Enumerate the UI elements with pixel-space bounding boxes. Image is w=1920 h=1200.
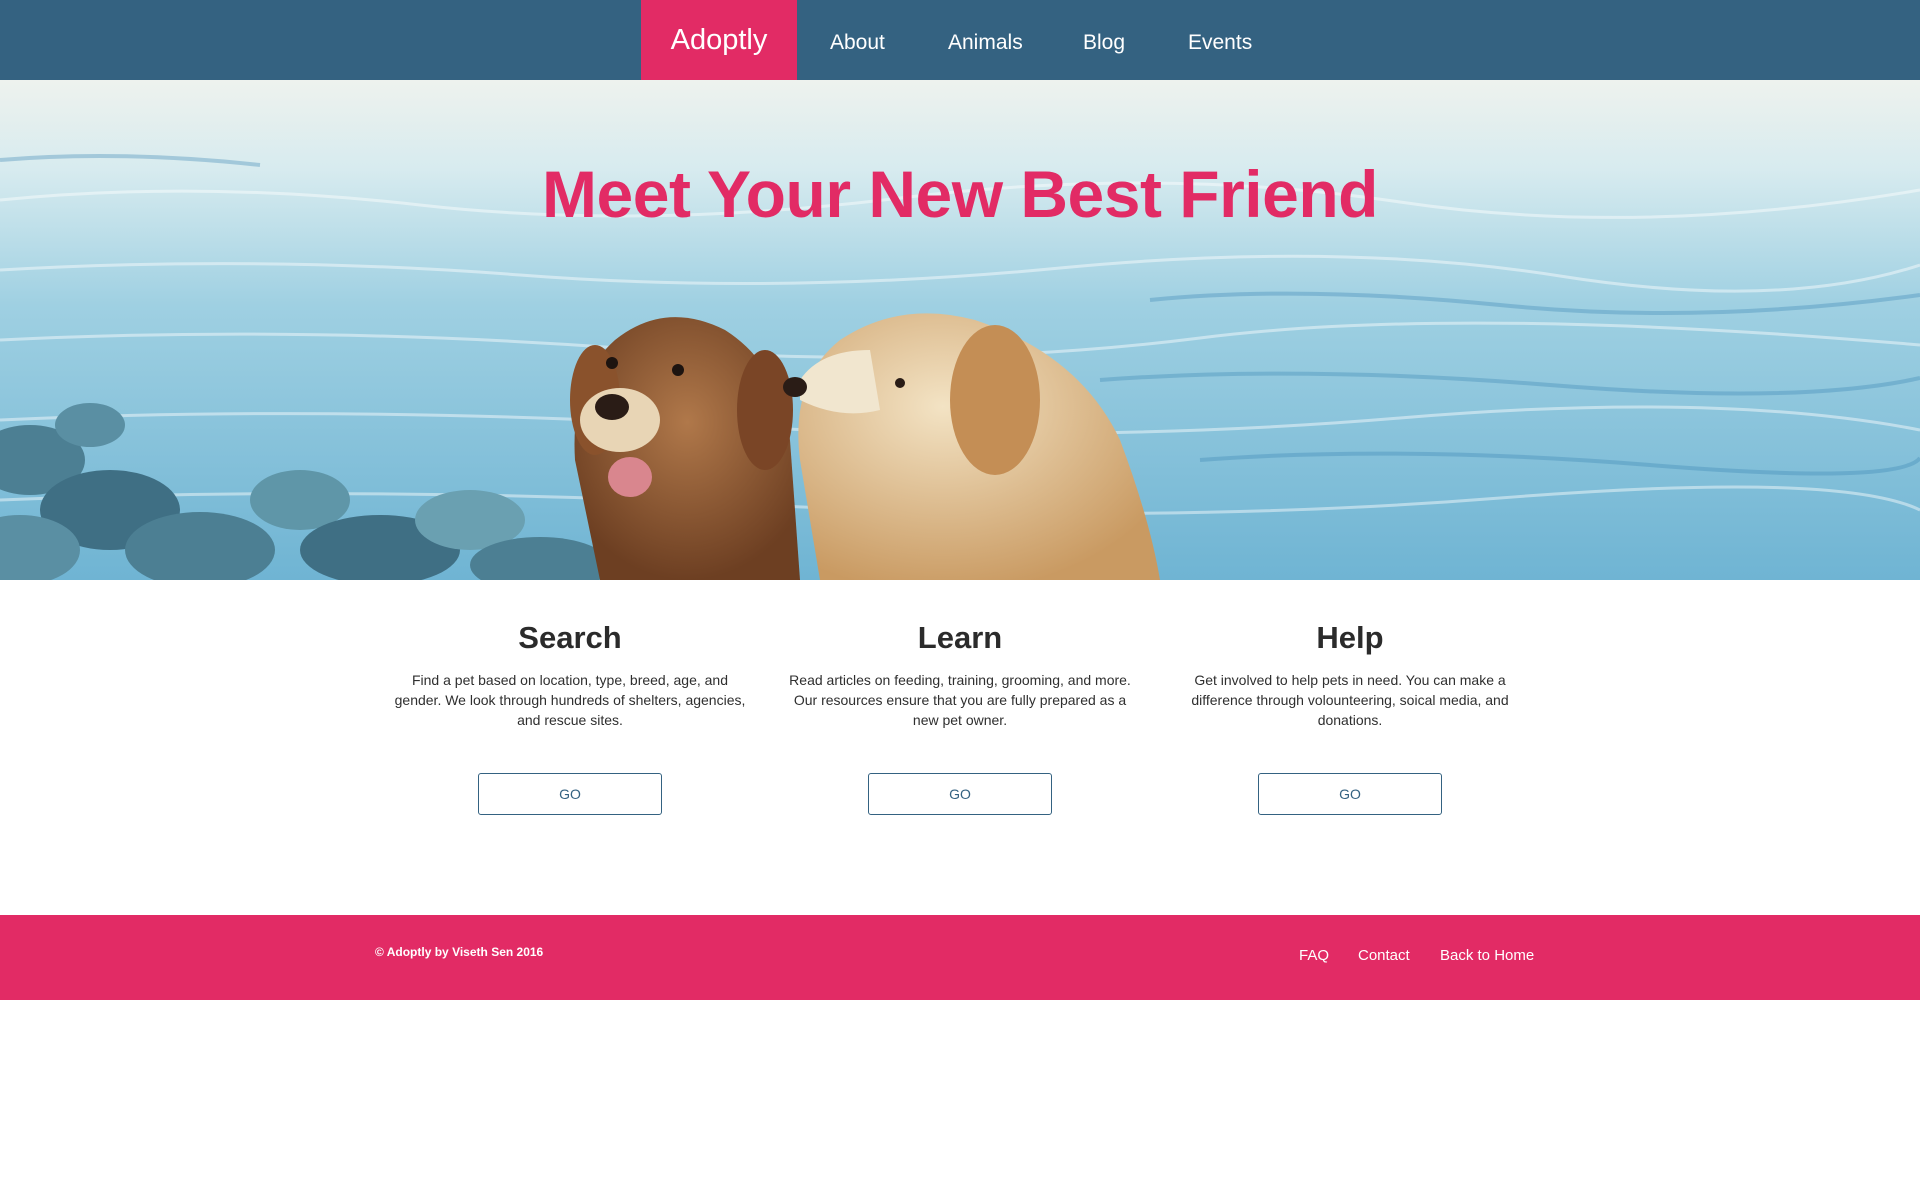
footer-link-back-to-home[interactable]: Back to Home: [1440, 947, 1534, 964]
feature-search: Search Find a pet based on location, typ…: [380, 620, 760, 730]
search-go-button[interactable]: GO: [478, 773, 662, 815]
learn-go-button[interactable]: GO: [868, 773, 1052, 815]
feature-search-title: Search: [518, 620, 622, 655]
feature-learn: Learn Read articles on feeding, training…: [770, 620, 1150, 730]
feature-help-title: Help: [1316, 620, 1384, 655]
brand-logo[interactable]: Adoptly: [641, 0, 797, 80]
feature-help: Help Get involved to help pets in need. …: [1160, 620, 1540, 730]
help-go-button[interactable]: GO: [1258, 773, 1442, 815]
nav-link-about[interactable]: About: [830, 0, 885, 80]
feature-learn-text: Read articles on feeding, training, groo…: [789, 672, 1131, 728]
nav-link-animals[interactable]: Animals: [948, 0, 1023, 80]
footer-link-faq[interactable]: FAQ: [1299, 947, 1329, 964]
hero-banner: Meet Your New Best Friend: [0, 80, 1920, 580]
hero-title: Meet Your New Best Friend: [542, 157, 1378, 231]
footer: © Adoptly by Viseth Sen 2016 FAQ Contact…: [0, 915, 1920, 1000]
footer-link-contact[interactable]: Contact: [1358, 947, 1410, 964]
nav-link-events[interactable]: Events: [1188, 0, 1252, 80]
top-navbar: Adoptly About Animals Blog Events: [0, 0, 1920, 80]
feature-learn-title: Learn: [917, 620, 1003, 655]
feature-search-text: Find a pet based on location, type, bree…: [394, 672, 746, 728]
footer-copyright: © Adoptly by Viseth Sen 2016: [375, 945, 544, 959]
feature-help-text: Get involved to help pets in need. You c…: [1191, 672, 1509, 728]
hero-image-two-golden-retrievers-at-beach: [0, 80, 1920, 580]
nav-link-blog[interactable]: Blog: [1083, 0, 1125, 80]
